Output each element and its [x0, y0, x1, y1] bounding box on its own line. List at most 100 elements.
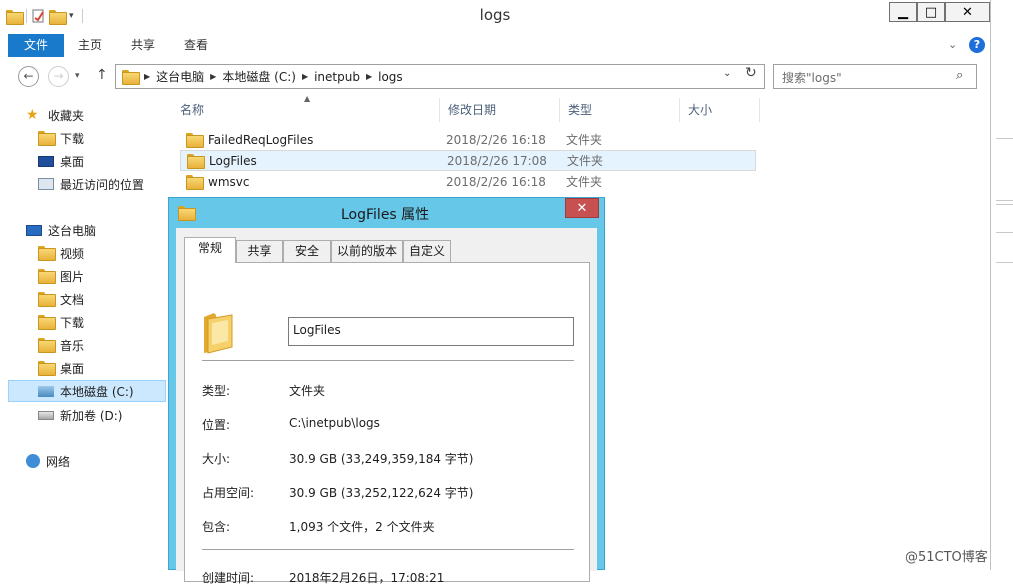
- navigation-bar: ← → ▾ ↑ ▶ 这台电脑 ▶ 本地磁盘 (C:) ▶ inetpub ▶ l…: [8, 62, 990, 92]
- breadcrumb-local-disk[interactable]: 本地磁盘 (C:): [222, 68, 296, 85]
- chevron-right-icon[interactable]: ▶: [144, 72, 150, 81]
- pictures-folder-icon: [38, 269, 56, 284]
- column-header-name[interactable]: 名称: [172, 98, 440, 122]
- sidebar-item-label: 网络: [46, 454, 71, 469]
- search-placeholder: 搜索"logs": [782, 71, 842, 85]
- drive-d-icon: [38, 410, 54, 420]
- expand-ribbon-icon[interactable]: ⌄: [948, 38, 957, 51]
- help-icon[interactable]: ?: [969, 37, 985, 53]
- contains-label: 包含:: [202, 520, 231, 534]
- type-value: 文件夹: [289, 384, 326, 398]
- maximize-button[interactable]: □: [917, 2, 945, 22]
- ribbon-tab-file[interactable]: 文件: [8, 34, 64, 57]
- background-window-edge: [996, 232, 1013, 233]
- table-row[interactable]: wmsvc 2018/2/26 16:18 文件夹: [180, 171, 756, 192]
- chevron-right-icon[interactable]: ▶: [366, 72, 372, 81]
- desktop-icon: [38, 155, 54, 167]
- ribbon-tab-view[interactable]: 查看: [170, 34, 222, 57]
- sidebar-item-label: 桌面: [60, 361, 85, 376]
- recent-locations-icon[interactable]: ▾: [75, 71, 80, 81]
- disk-size-value: 30.9 GB (33,252,122,624 字节): [289, 486, 474, 500]
- sidebar-item-network[interactable]: 网络: [26, 450, 184, 472]
- tab-previous-versions[interactable]: 以前的版本: [331, 240, 403, 262]
- chevron-right-icon[interactable]: ▶: [210, 72, 216, 81]
- tab-general[interactable]: 常规: [184, 237, 236, 263]
- divider: [202, 360, 574, 361]
- minimize-button[interactable]: ▁: [889, 2, 917, 22]
- computer-icon: [26, 224, 42, 236]
- toolbar-divider: [81, 9, 83, 23]
- sidebar-item-label: 视频: [60, 246, 85, 261]
- table-row[interactable]: FailedReqLogFiles 2018/2/26 16:18 文件夹: [180, 129, 756, 150]
- file-name: LogFiles: [209, 153, 257, 168]
- sidebar-item-label: 下载: [60, 131, 85, 146]
- background-window-edge: [996, 138, 1013, 139]
- folder-name-field[interactable]: LogFiles: [288, 317, 574, 346]
- properties-icon[interactable]: [31, 9, 45, 23]
- recent-places-icon: [38, 178, 54, 190]
- disk-size-label: 占用空间:: [202, 486, 255, 500]
- download-folder-icon: [38, 315, 56, 330]
- breadcrumb-inetpub[interactable]: inetpub: [314, 70, 360, 84]
- up-button[interactable]: ↑: [96, 67, 108, 83]
- address-bar[interactable]: ▶ 这台电脑 ▶ 本地磁盘 (C:) ▶ inetpub ▶ logs: [115, 64, 765, 89]
- dialog-titlebar[interactable]: LogFiles 属性 ✕: [169, 198, 604, 228]
- download-folder-icon: [38, 131, 56, 146]
- address-dropdown-icon[interactable]: ⌄: [723, 68, 731, 79]
- tab-security[interactable]: 安全: [283, 240, 331, 262]
- sidebar-item-this-pc[interactable]: 这台电脑: [26, 219, 184, 241]
- large-folder-icon: [204, 313, 233, 354]
- search-icon[interactable]: ⌕: [956, 68, 963, 83]
- folder-icon: [186, 175, 204, 190]
- location-label: 位置:: [202, 418, 231, 432]
- tab-customize[interactable]: 自定义: [403, 240, 451, 262]
- column-header-size[interactable]: 大小: [680, 98, 760, 122]
- sidebar-item-label: 新加卷 (D:): [60, 408, 123, 423]
- navigation-pane: ★ 收藏夹 下载 桌面 最近访问的位置 这台电脑 视频 图片 文档 下载 音乐 …: [8, 100, 166, 570]
- breadcrumb-this-pc[interactable]: 这台电脑: [156, 68, 204, 85]
- divider: [202, 549, 574, 550]
- customize-toolbar-icon[interactable]: ▾: [69, 11, 74, 21]
- contains-value: 1,093 个文件，2 个文件夹: [289, 520, 435, 534]
- sidebar-item-favorites[interactable]: ★ 收藏夹: [26, 104, 184, 126]
- folder-icon: [122, 70, 140, 85]
- file-type: 文件夹: [567, 154, 604, 168]
- folder-icon: [186, 133, 204, 148]
- file-date: 2018/2/26 16:18: [446, 174, 546, 189]
- drive-c-icon: [38, 385, 54, 397]
- size-value: 30.9 GB (33,249,359,184 字节): [289, 452, 474, 466]
- search-input[interactable]: 搜索"logs" ⌕: [773, 64, 977, 89]
- file-date: 2018/2/26 16:18: [446, 132, 546, 147]
- sidebar-item-label: 桌面: [60, 154, 85, 169]
- new-folder-icon[interactable]: [49, 9, 67, 25]
- sidebar-item-label: 收藏夹: [48, 108, 85, 123]
- sidebar-item-label: 下载: [60, 315, 85, 330]
- folder-icon: [178, 206, 196, 221]
- column-header-type[interactable]: 类型: [560, 98, 680, 122]
- ribbon-tab-home[interactable]: 主页: [64, 34, 116, 57]
- breadcrumb-logs[interactable]: logs: [378, 70, 403, 84]
- network-icon: [26, 454, 40, 468]
- refresh-icon[interactable]: ↻: [745, 65, 757, 81]
- desktop-folder-icon: [38, 361, 56, 376]
- tab-sharing[interactable]: 共享: [236, 240, 283, 262]
- sidebar-item-label: 本地磁盘 (C:): [60, 384, 134, 399]
- chevron-right-icon[interactable]: ▶: [302, 72, 308, 81]
- sidebar-item-label: 最近访问的位置: [60, 177, 145, 192]
- dialog-close-button[interactable]: ✕: [565, 198, 599, 218]
- location-value: C:\inetpub\logs: [289, 416, 380, 430]
- star-icon: ★: [26, 107, 39, 123]
- forward-button[interactable]: →: [48, 66, 69, 87]
- column-header-date[interactable]: 修改日期: [440, 98, 560, 122]
- size-label: 大小:: [202, 452, 231, 466]
- sidebar-item-drive-c[interactable]: 本地磁盘 (C:): [8, 380, 166, 402]
- background-window-edge: [996, 200, 1013, 201]
- folder-icon: [6, 9, 24, 25]
- close-button[interactable]: ✕: [945, 2, 990, 22]
- table-row[interactable]: LogFiles 2018/2/26 17:08 文件夹: [180, 150, 756, 171]
- ribbon-tab-share[interactable]: 共享: [116, 34, 170, 57]
- window-right-edge: [990, 0, 1013, 570]
- created-label: 创建时间:: [202, 571, 255, 585]
- music-folder-icon: [38, 338, 56, 353]
- back-button[interactable]: ←: [18, 66, 39, 87]
